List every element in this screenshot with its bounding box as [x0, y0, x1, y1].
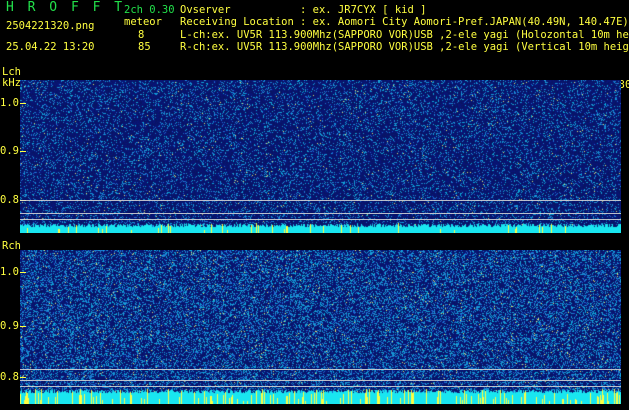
y-tick-mark [20, 103, 26, 104]
meteor-label: meteor [124, 16, 162, 28]
rch-guide-line-upper [20, 369, 621, 370]
location-label: Receiving Location [180, 16, 294, 28]
y-tick-mark [20, 272, 26, 273]
y-tick-mark [20, 151, 26, 152]
lch-waterfall [20, 80, 621, 233]
lch-guide-line-upper [20, 200, 621, 201]
mode-label: 2ch 0.30 [124, 4, 175, 16]
observer-value: : ex. JR7CYX [ kid ] [300, 4, 427, 16]
y-tick-label: 0.8 [0, 371, 19, 383]
y-tick-label: 0.9 [0, 320, 19, 332]
rch-guide-line-middle [20, 380, 621, 381]
lch-meteor-count: 8 [138, 29, 145, 41]
y-tick-label: 1.0 [0, 266, 19, 278]
observer-label: Ovserver [180, 4, 231, 16]
y-tick-label: 0.8 [0, 194, 19, 206]
y-tick-label: 0.9 [0, 145, 19, 157]
rch-guide-line-lower [20, 386, 621, 387]
lch-guide-line-middle [20, 213, 621, 214]
rch-channel-label: Rch [2, 240, 21, 252]
rch-meteor-count: 85 [138, 41, 151, 53]
lch-receiver-info: L-ch:ex. UV5R 113.900Mhz(SAPPORO VOR)USB… [180, 29, 629, 41]
datetime-label: 25.04.22 13:20 [6, 41, 95, 53]
y-tick-mark [20, 326, 26, 327]
lch-unit-label: kHz [2, 77, 21, 89]
rch-receiver-info: R-ch:ex. UV5R 113.900Mhz(SAPPORO VOR)USB… [180, 41, 629, 53]
app-title: H R O F F T [6, 0, 126, 15]
location-value: : ex. Aomori City Aomori-Pref.JAPAN(40.4… [300, 16, 629, 28]
y-tick-label: 1.0 [0, 97, 19, 109]
y-tick-mark [20, 377, 26, 378]
lch-guide-line-lower [20, 219, 621, 220]
filename-label: 2504221320.png [6, 20, 95, 32]
